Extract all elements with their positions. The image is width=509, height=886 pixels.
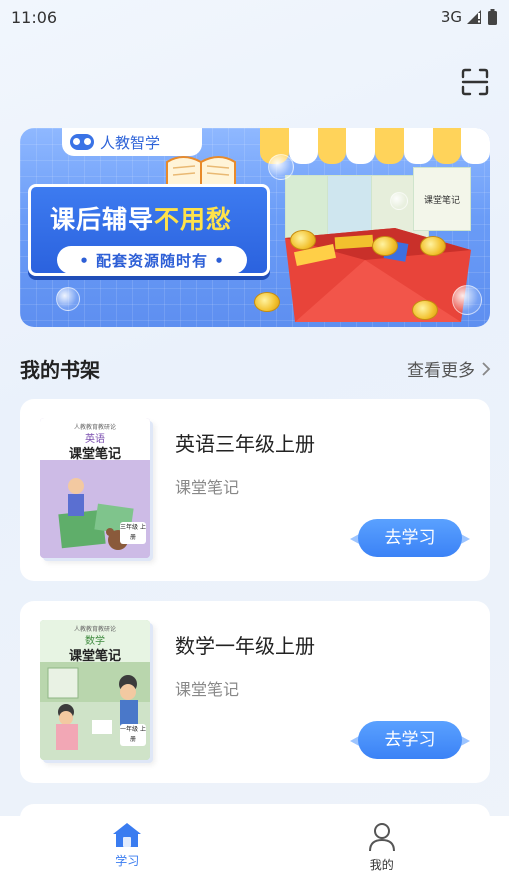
study-button[interactable]: 去学习 <box>350 721 470 761</box>
mini-book-front: 课堂笔记 <box>413 167 471 231</box>
see-more-link[interactable]: 查看更多 <box>407 356 491 381</box>
status-bar: 11:06 3G <box>0 0 509 34</box>
tab-study[interactable]: 学习 <box>0 816 255 886</box>
mini-book-title: 课堂笔记 <box>423 195 460 206</box>
tab-mine[interactable]: 我的 <box>255 816 509 886</box>
signal-icon <box>467 10 481 24</box>
bookshelf-title: 我的书架 <box>20 358 100 382</box>
banner-awning <box>260 128 490 164</box>
coin-icon <box>420 236 446 256</box>
home-icon <box>113 823 142 847</box>
bubble-decoration <box>390 192 408 210</box>
status-time: 11:06 <box>11 7 58 27</box>
book-type: 课堂笔记 <box>175 478 240 497</box>
banner-headline-part1: 课后辅导 <box>50 205 155 234</box>
network-type: 3G <box>440 8 462 26</box>
banner-logo-text: 人教智学 <box>100 133 161 152</box>
book-card[interactable]: 人教教育教研论 英语 课堂笔记 三年级 上册 英语三年级上册 课堂笔记 去学习 <box>20 399 490 581</box>
scan-icon <box>461 68 489 96</box>
cover-grade: 一年级 上册 <box>120 724 146 746</box>
see-more-label: 查看更多 <box>407 361 475 381</box>
coin-icon <box>254 292 280 312</box>
banner-headline: 课后辅导不用愁 <box>50 200 232 236</box>
study-button[interactable]: 去学习 <box>350 519 470 559</box>
user-icon <box>368 823 395 852</box>
coin-icon <box>372 236 398 256</box>
coin-icon <box>412 300 438 320</box>
bottom-tab-bar: 学习 我的 <box>0 816 509 886</box>
study-button-label: 去学习 <box>384 730 436 750</box>
banner-headline-part2: 不用愁 <box>154 205 233 234</box>
bubble-decoration <box>452 285 482 315</box>
book-card[interactable]: 人教教育教研论 数学 课堂笔记 一年级 上册 数学一年级上册 课堂笔记 去学习 <box>20 601 490 783</box>
book-type: 课堂笔记 <box>175 680 240 699</box>
cover-grade: 三年级 上册 <box>120 522 146 544</box>
tab-mine-label: 我的 <box>369 858 394 872</box>
bubble-decoration <box>56 287 80 311</box>
chevron-right-icon <box>482 361 491 376</box>
bubble-decoration <box>268 154 294 180</box>
coin-icon <box>290 230 316 250</box>
study-button-label: 去学习 <box>384 528 436 548</box>
owl-logo-icon <box>70 134 94 150</box>
book-cover: 人教教育教研论 英语 课堂笔记 三年级 上册 <box>40 418 150 558</box>
banner-subline: • 配套资源随时有 • <box>57 246 247 274</box>
status-icons: 3G <box>441 8 497 26</box>
book-title: 数学一年级上册 <box>175 634 315 658</box>
book-title: 英语三年级上册 <box>175 432 315 456</box>
battery-icon <box>488 9 497 25</box>
book-cover: 人教教育教研论 数学 课堂笔记 一年级 上册 <box>40 620 150 760</box>
tab-study-label: 学习 <box>115 854 140 868</box>
scan-button[interactable] <box>460 67 490 97</box>
